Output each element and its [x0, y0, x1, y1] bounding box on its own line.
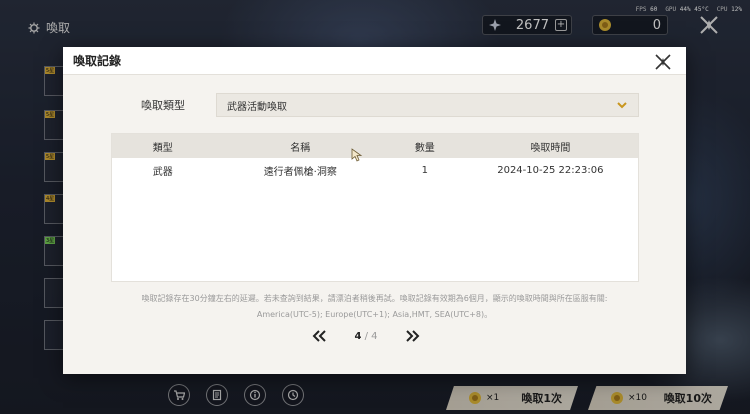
page-separator: /	[364, 330, 368, 342]
col-count-header: 數量	[414, 142, 435, 154]
pull-type-select[interactable]: 武器活動喚取	[216, 93, 639, 117]
history-note: 喚取記錄存在30分鐘左右的延遲。若未查詢到結果，請漂泊者稍後再試。喚取記錄有效期…	[103, 291, 646, 323]
note-line-1: 喚取記錄存在30分鐘左右的延遲。若未查詢到結果，請漂泊者稍後再試。喚取記錄有效期…	[141, 294, 608, 303]
col-time-header: 喚取時間	[530, 142, 571, 154]
pull-type-filter: 喚取類型 武器活動喚取	[141, 93, 639, 117]
table-header: 類型 名稱 數量 喚取時間	[112, 134, 638, 158]
page-indicator: 4 / 4	[327, 331, 405, 342]
pagination: 4 / 4	[311, 329, 421, 343]
close-icon[interactable]	[654, 53, 672, 71]
current-page: 4	[354, 330, 362, 342]
mouse-cursor-icon	[351, 148, 363, 162]
table-row: 武器 遠行者佩槍·洞察 1 2024-10-25 22:23:06	[112, 158, 638, 182]
chevron-down-icon	[617, 102, 627, 109]
history-table: 類型 名稱 數量 喚取時間 武器 遠行者佩槍·洞察 1 2024-10-25 2…	[111, 133, 639, 282]
cell-count: 1	[421, 164, 428, 176]
total-pages: 4	[371, 330, 378, 342]
prev-page-icon[interactable]	[311, 329, 327, 343]
dialog-title: 喚取記錄	[73, 54, 122, 68]
dialog-header: 喚取記錄	[63, 47, 686, 75]
col-type-header: 類型	[152, 142, 173, 154]
pull-type-selected: 武器活動喚取	[227, 101, 287, 113]
cell-time: 2024-10-25 22:23:06	[497, 164, 604, 176]
cell-type: 武器	[152, 166, 173, 178]
note-line-2: America(UTC-5); Europe(UTC+1); Asia,HMT,…	[256, 310, 493, 319]
pull-history-dialog: 喚取記錄 喚取類型 武器活動喚取 類型 名稱 數量 喚取時間 武器 遠行者佩槍·…	[63, 47, 686, 374]
cell-name: 遠行者佩槍·洞察	[263, 166, 337, 178]
filter-label: 喚取類型	[141, 99, 185, 112]
next-page-icon[interactable]	[405, 329, 421, 343]
